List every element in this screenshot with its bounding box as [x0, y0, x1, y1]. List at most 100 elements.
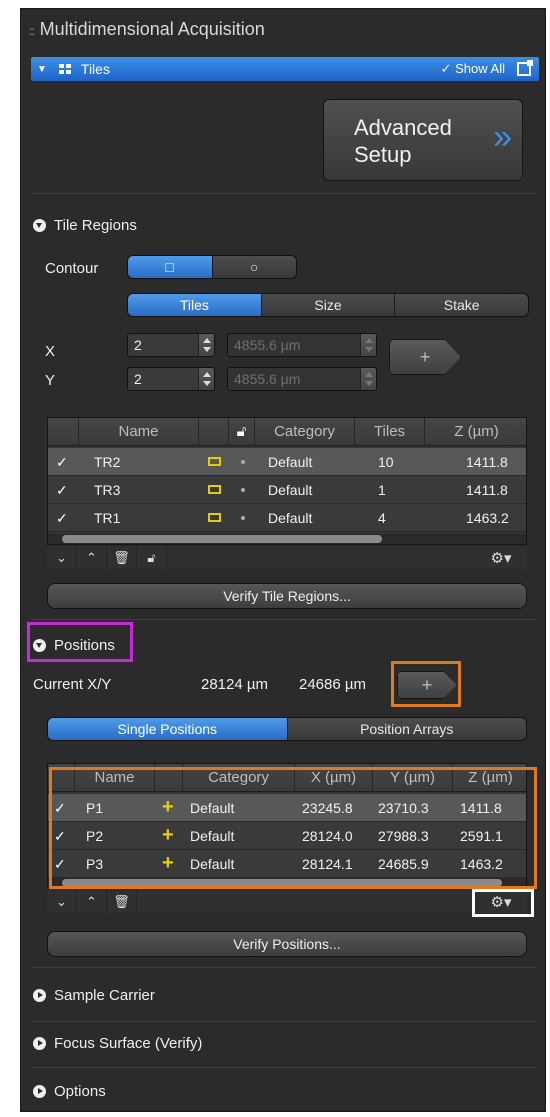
undock-icon[interactable] — [517, 60, 533, 76]
grip-icon[interactable]: :: — [29, 24, 35, 38]
advanced-setup-line1: Advanced — [354, 115, 452, 140]
region-category: Default — [268, 482, 313, 498]
tab-single-positions[interactable]: Single Positions — [48, 718, 288, 740]
header-z[interactable]: Z (µm) — [424, 418, 526, 446]
position-mode-tabs: Single Positions Position Arrays — [47, 717, 527, 741]
current-y-value: 24686 µm — [299, 676, 367, 693]
contour-rectangle-option[interactable]: □ — [128, 256, 213, 278]
x-count-stepper[interactable]: 2 — [127, 333, 215, 357]
dot-icon — [241, 488, 245, 492]
contour-toggle: □ ○ — [127, 255, 297, 279]
positions-toolbar: ⌄ ⌃ 🗑︎ — [47, 891, 527, 913]
collapse-triangle-icon[interactable]: ▼ — [37, 64, 47, 75]
divider — [31, 1021, 537, 1022]
expand-right-icon — [33, 1085, 46, 1098]
scrollbar-thumb[interactable] — [62, 535, 382, 543]
x-size-value: 4855.6 µm — [228, 334, 360, 356]
unlock-icon[interactable]: 🔓︎ — [137, 547, 167, 569]
y-count-stepper[interactable]: 2 — [127, 367, 215, 391]
highlight-gear — [472, 889, 534, 917]
trash-icon[interactable]: 🗑︎ — [107, 891, 137, 913]
region-tiles: 1 — [378, 482, 386, 498]
add-tile-region-button[interactable]: + — [389, 339, 461, 375]
lock-icon[interactable]: 🔓︎ — [228, 418, 254, 446]
highlight-positions — [27, 622, 133, 662]
x-label: X — [45, 343, 56, 360]
sample-carrier-header[interactable]: Sample Carrier — [33, 987, 155, 1004]
double-chevron-right-icon: » — [493, 118, 512, 156]
focus-surface-title: Focus Surface (Verify) — [54, 1035, 203, 1052]
verify-tile-regions-button[interactable]: Verify Tile Regions... — [47, 583, 527, 609]
tiles-header-bar[interactable]: ▼ Tiles ✓ Show All — [31, 57, 539, 81]
expand-right-icon — [33, 1037, 46, 1050]
region-category: Default — [268, 454, 313, 470]
table-row[interactable]: ✓ TR2 Default 10 1411.8 — [48, 448, 526, 476]
trash-icon[interactable]: 🗑︎ — [107, 547, 137, 569]
tab-stake[interactable]: Stake — [395, 294, 528, 316]
stepper-arrows-icon — [360, 368, 376, 390]
move-down-icon[interactable]: ⌄ — [47, 891, 77, 913]
move-up-icon[interactable]: ⌃ — [77, 547, 107, 569]
current-x-value: 28124 µm — [201, 676, 269, 693]
move-up-icon[interactable]: ⌃ — [77, 891, 107, 913]
stepper-arrows-icon[interactable] — [198, 334, 214, 356]
panel-title-text: Multidimensional Acquisition — [39, 19, 265, 39]
tile-regions-header[interactable]: Tile Regions — [33, 217, 137, 234]
plus-icon: + — [419, 346, 431, 367]
divider — [31, 193, 537, 194]
verify-positions-button[interactable]: Verify Positions... — [47, 931, 527, 957]
region-z: 1411.8 — [466, 454, 508, 470]
expand-right-icon — [33, 989, 46, 1002]
gear-menu-button[interactable]: ⚙▾ — [475, 547, 527, 569]
rectangle-icon — [208, 485, 221, 494]
divider — [31, 1067, 537, 1068]
move-down-icon[interactable]: ⌄ — [47, 547, 77, 569]
tab-tiles[interactable]: Tiles — [128, 294, 262, 316]
header-name[interactable]: Name — [78, 418, 198, 446]
y-size-value: 4855.6 µm — [228, 368, 360, 390]
rectangle-icon — [208, 457, 221, 466]
divider — [31, 619, 537, 620]
focus-surface-header[interactable]: Focus Surface (Verify) — [33, 1035, 202, 1052]
divider — [31, 967, 537, 968]
contour-circle-option[interactable]: ○ — [212, 256, 296, 278]
region-tiles: 10 — [378, 454, 394, 470]
header-category[interactable]: Category — [254, 418, 354, 446]
region-name: TR1 — [94, 510, 121, 526]
checkbox[interactable]: ✓ — [56, 511, 70, 525]
sample-carrier-title: Sample Carrier — [54, 987, 155, 1004]
y-label: Y — [45, 372, 56, 389]
dot-icon — [241, 516, 245, 520]
advanced-setup-line2: Setup — [354, 142, 412, 167]
tab-position-arrays[interactable]: Position Arrays — [287, 718, 526, 740]
header-tiles[interactable]: Tiles — [354, 418, 424, 446]
table-row[interactable]: ✓ TR1 Default 4 1463.2 — [48, 504, 526, 532]
region-name: TR2 — [94, 454, 121, 470]
rectangle-icon — [208, 513, 221, 522]
x-count-value[interactable]: 2 — [128, 334, 198, 356]
advanced-setup-button[interactable]: Advanced Setup » — [323, 99, 523, 181]
stepper-arrows-icon — [360, 334, 376, 356]
panel-title: :: Multidimensional Acquisition — [29, 19, 265, 40]
checkbox[interactable]: ✓ — [56, 483, 70, 497]
multidimensional-acquisition-panel: :: Multidimensional Acquisition ▼ Tiles ✓… — [20, 8, 546, 1112]
horizontal-scrollbar[interactable] — [48, 534, 526, 544]
tiles-header-label: Tiles — [80, 61, 110, 77]
header-check-col — [48, 418, 78, 446]
dot-icon — [241, 460, 245, 464]
contour-label: Contour — [45, 260, 99, 277]
tile-regions-table: Name 🔓︎ Category Tiles Z (µm) ✓ TR2 Defa… — [47, 417, 527, 545]
show-all-toggle[interactable]: ✓ Show All — [441, 61, 505, 77]
header-icon-col — [198, 418, 228, 446]
highlight-add-position — [391, 661, 461, 707]
expand-down-icon — [33, 219, 46, 232]
region-z: 1411.8 — [466, 482, 508, 498]
stepper-arrows-icon[interactable] — [198, 368, 214, 390]
region-z: 1463.2 — [466, 510, 509, 526]
y-count-value[interactable]: 2 — [128, 368, 198, 390]
gear-icon: ⚙▾ — [490, 550, 512, 567]
checkbox[interactable]: ✓ — [56, 455, 70, 469]
tab-size[interactable]: Size — [261, 294, 396, 316]
table-row[interactable]: ✓ TR3 Default 1 1411.8 — [48, 476, 526, 504]
options-header[interactable]: Options — [33, 1083, 106, 1100]
